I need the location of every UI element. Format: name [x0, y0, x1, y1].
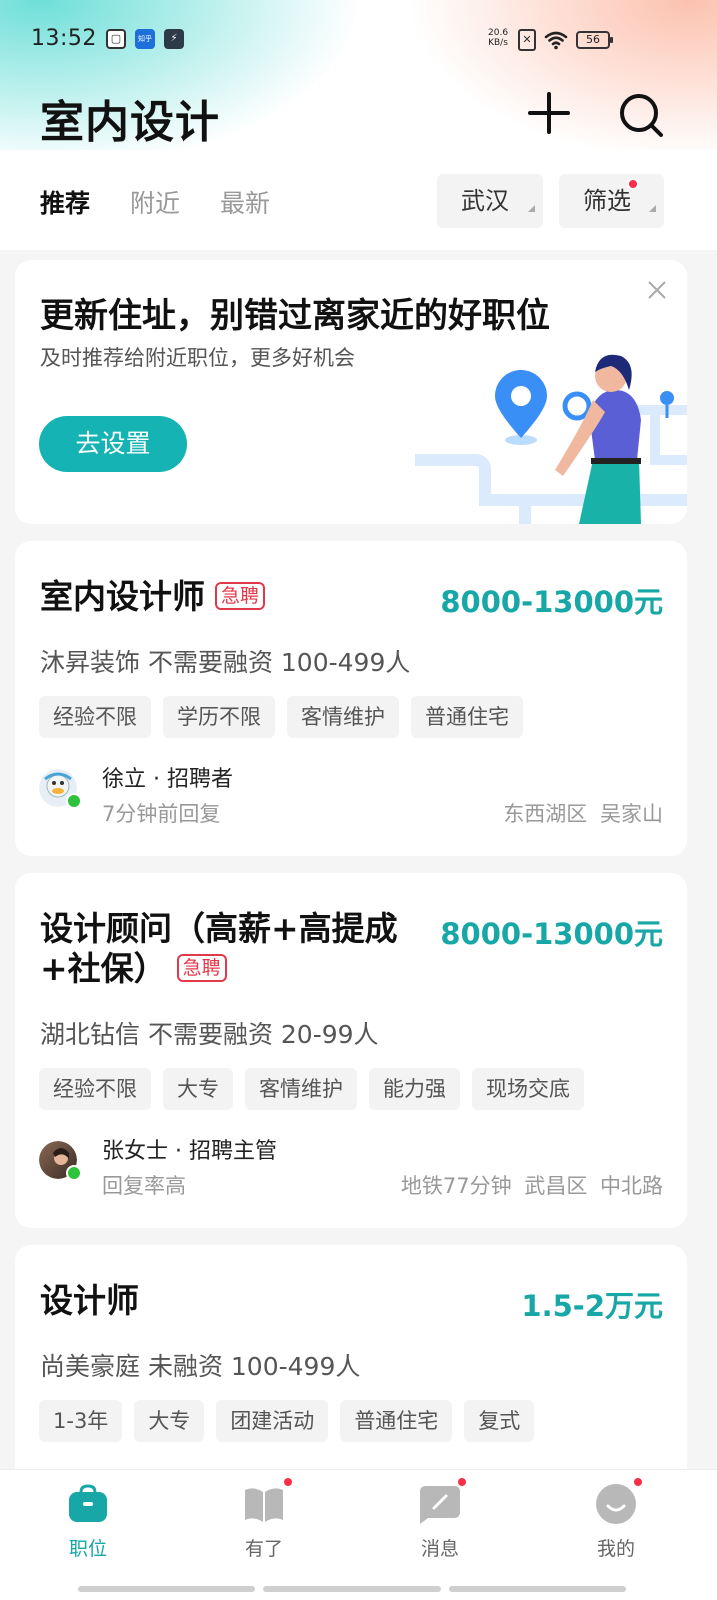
- job-title-text: 室内设计师: [40, 577, 205, 616]
- job-card[interactable]: 设计顾问（高薪+高提成 +社保） 急聘 8000-13000元 湖北钻信 不需要融…: [15, 873, 687, 1228]
- job-tag: 1-3年: [39, 1400, 123, 1442]
- job-tag: 大专: [134, 1400, 205, 1442]
- recruiter-name: 张女士 · 招聘主管: [102, 1139, 277, 1164]
- close-icon[interactable]: [645, 278, 669, 302]
- gesture-bar-segment: [448, 1586, 626, 1592]
- network-speed-value: 20.6: [488, 28, 509, 38]
- page-title: 室内设计: [40, 97, 220, 148]
- notification-dot: [627, 178, 639, 190]
- notification-dot: [632, 1476, 644, 1488]
- profile-icon: [596, 1484, 636, 1524]
- reply-status: 7分钟前回复: [102, 802, 221, 826]
- book-icon: [245, 1488, 283, 1522]
- network-speed-unit: KB/s: [488, 38, 508, 48]
- status-bar: 13:52 ▢ 知乎 ⚡ 20.6 KB/s ✕ 56: [0, 0, 717, 80]
- zhihu-icon: 知乎: [135, 29, 155, 49]
- job-tag: 现场交底: [472, 1068, 584, 1110]
- notification-dot: [282, 1476, 294, 1488]
- online-status-dot: [66, 1165, 82, 1181]
- nav-label: 我的: [596, 1538, 635, 1560]
- filter-label: 筛选: [583, 187, 631, 215]
- job-tag: 大专: [163, 1068, 233, 1110]
- lightning-app-icon: ⚡: [164, 29, 184, 49]
- tag-row: 经验不限 学历不限 客情维护 普通住宅: [39, 696, 523, 738]
- nav-label: 消息: [420, 1538, 459, 1560]
- job-title-text: 设计师: [40, 1281, 139, 1320]
- job-tag: 团建活动: [216, 1400, 329, 1442]
- job-tag: 客情维护: [245, 1068, 357, 1110]
- promo-subtitle: 及时推荐给附近职位，更多好机会: [40, 346, 355, 370]
- urgent-badge: 急聘: [215, 582, 266, 610]
- job-tag: 普通住宅: [411, 696, 523, 738]
- promo-card: 更新住址，别错过离家近的好职位 及时推荐给附近职位，更多好机会 去设置: [15, 260, 687, 524]
- city-label: 武汉: [461, 187, 509, 215]
- job-card[interactable]: 室内设计师 急聘 8000-13000元 沐昇装饰 不需要融资 100-499人 …: [15, 541, 687, 856]
- company-info: 尚美豪庭 未融资 100-499人: [40, 1352, 361, 1381]
- gesture-bar: [78, 1586, 626, 1592]
- tab-latest[interactable]: 最新: [220, 184, 270, 220]
- job-tag: 经验不限: [39, 1068, 151, 1110]
- job-location: 东西湖区 吴家山: [503, 802, 663, 826]
- battery-indicator: 56: [576, 31, 613, 49]
- job-tag: 能力强: [369, 1068, 460, 1110]
- job-tag: 普通住宅: [340, 1400, 453, 1442]
- battery-level: 56: [586, 33, 600, 46]
- online-status-dot: [66, 793, 82, 809]
- no-sim-icon: ✕: [518, 29, 536, 51]
- nav-label: 有了: [244, 1538, 283, 1560]
- city-selector[interactable]: 武汉: [437, 174, 543, 228]
- feed-tabs: 推荐 附近 最新: [40, 184, 270, 220]
- tag-row: 1-3年 大专 团建活动 普通住宅 复式: [39, 1400, 535, 1442]
- job-tag: 经验不限: [39, 696, 151, 738]
- dropdown-triangle-icon: [649, 205, 656, 212]
- job-title: 设计师: [40, 1281, 139, 1321]
- job-title: 室内设计师 急聘: [40, 577, 266, 617]
- job-tag: 学历不限: [163, 696, 275, 738]
- salary: 8000-13000元: [440, 917, 663, 951]
- notification-dot: [456, 1476, 468, 1488]
- tab-nearby[interactable]: 附近: [130, 184, 180, 220]
- salary: 1.5-2万元: [521, 1289, 663, 1323]
- tab-recommend[interactable]: 推荐: [40, 184, 90, 220]
- bottom-navigation: 职位 有了 消息 我的: [0, 1469, 717, 1600]
- square-app-icon: ▢: [106, 29, 126, 49]
- recruiter-name: 徐立 · 招聘者: [102, 767, 233, 792]
- nav-jobs[interactable]: 职位: [38, 1482, 138, 1561]
- nav-youle[interactable]: 有了: [214, 1476, 314, 1561]
- reply-status: 回复率高: [102, 1174, 186, 1198]
- job-tag: 客情维护: [287, 696, 399, 738]
- wifi-icon: [544, 31, 568, 50]
- nav-label: 职位: [68, 1538, 107, 1560]
- location-illustration: [415, 354, 687, 524]
- network-speed: 20.6 KB/s: [488, 28, 508, 48]
- add-icon[interactable]: [526, 90, 572, 136]
- tag-row: 经验不限 大专 客情维护 能力强 现场交底: [39, 1068, 584, 1110]
- status-time: 13:52: [31, 26, 97, 51]
- nav-messages[interactable]: 消息: [390, 1476, 490, 1561]
- job-title-line-2: +社保）: [40, 949, 167, 988]
- salary: 8000-13000元: [440, 585, 663, 619]
- urgent-badge: 急聘: [176, 954, 227, 982]
- job-title-line-1: 设计顾问（高薪+高提成: [40, 909, 398, 948]
- job-tag: 复式: [464, 1400, 535, 1442]
- gesture-bar-segment: [263, 1586, 441, 1592]
- job-title: 设计顾问（高薪+高提成 +社保） 急聘: [40, 909, 398, 989]
- job-card[interactable]: 设计师 1.5-2万元 尚美豪庭 未融资 100-499人 1-3年 大专 团建…: [15, 1245, 687, 1505]
- briefcase-icon: [69, 1484, 107, 1522]
- gesture-bar-segment: [78, 1586, 256, 1592]
- job-location: 地铁77分钟 武昌区 中北路: [400, 1174, 663, 1198]
- dropdown-triangle-icon: [528, 205, 535, 212]
- nav-profile[interactable]: 我的: [566, 1476, 666, 1561]
- company-info: 湖北钻信 不需要融资 20-99人: [40, 1020, 379, 1049]
- company-info: 沐昇装饰 不需要融资 100-499人: [40, 648, 411, 677]
- promo-title: 更新住址，别错过离家近的好职位: [40, 296, 550, 336]
- filter-button[interactable]: 筛选: [559, 174, 664, 228]
- search-icon[interactable]: [616, 90, 666, 140]
- chat-icon: [420, 1486, 460, 1524]
- promo-set-button[interactable]: 去设置: [39, 416, 187, 472]
